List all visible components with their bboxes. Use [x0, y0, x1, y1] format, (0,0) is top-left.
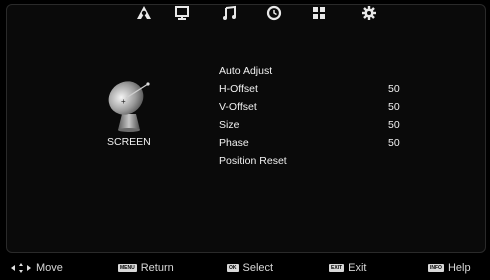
tab-settings[interactable] — [360, 4, 378, 22]
hint-exit: EXIT Exit — [329, 262, 366, 274]
ok-key-icon: OK — [227, 264, 239, 272]
tab-bar — [6, 4, 484, 28]
hint-select: OK Select — [227, 262, 273, 274]
tab-setup[interactable] — [310, 4, 328, 22]
hint-help: INFO Help — [428, 262, 471, 274]
svg-text:+: + — [121, 97, 126, 106]
menu-item-label: Size — [219, 119, 240, 131]
menu-item-label: H-Offset — [219, 83, 258, 95]
clock-icon — [266, 5, 282, 21]
satellite-icon — [137, 6, 151, 19]
monitor-icon — [175, 6, 189, 20]
menu-item-h-offset[interactable]: H-Offset 50 — [219, 80, 409, 98]
screen-menu: Auto Adjust H-Offset 50 V-Offset 50 Size… — [219, 62, 409, 170]
exit-key-icon: EXIT — [329, 264, 345, 272]
menu-item-size[interactable]: Size 50 — [219, 116, 409, 134]
tab-satellite[interactable] — [135, 4, 153, 22]
menu-item-label: Auto Adjust — [219, 65, 273, 77]
hint-move: Move — [10, 262, 63, 274]
hint-return: MENU Return — [118, 262, 174, 274]
music-note-icon — [223, 5, 236, 20]
section-label: SCREEN — [107, 136, 151, 148]
menu-key-icon: MENU — [118, 264, 137, 272]
menu-item-label: Position Reset — [219, 155, 287, 167]
menu-item-value: 50 — [388, 101, 400, 113]
menu-item-auto-adjust[interactable]: Auto Adjust — [219, 62, 409, 80]
menu-item-label: V-Offset — [219, 101, 257, 113]
menu-item-v-offset[interactable]: V-Offset 50 — [219, 98, 409, 116]
tab-picture[interactable] — [173, 4, 191, 22]
satellite-dish-icon: + — [104, 74, 154, 137]
menu-item-value: 50 — [388, 83, 400, 95]
tab-sound[interactable] — [221, 4, 239, 22]
menu-item-value: 50 — [388, 119, 400, 131]
grid-icon — [313, 7, 325, 19]
hint-exit-label: Exit — [348, 262, 367, 274]
menu-item-label: Phase — [219, 137, 249, 149]
gear-icon — [362, 6, 376, 20]
menu-item-phase[interactable]: Phase 50 — [219, 134, 409, 152]
hint-return-label: Return — [140, 262, 174, 274]
key-hint-bar: Move MENU Return OK Select EXIT Exit INF… — [0, 256, 490, 280]
tab-time[interactable] — [265, 4, 283, 22]
menu-item-value: 50 — [388, 137, 400, 149]
arrows-icon — [11, 263, 31, 273]
info-key-icon: INFO — [428, 264, 444, 272]
menu-item-position-reset[interactable]: Position Reset — [219, 152, 409, 170]
hint-move-label: Move — [36, 262, 63, 274]
hint-select-label: Select — [242, 262, 274, 274]
hint-help-label: Help — [447, 262, 471, 274]
